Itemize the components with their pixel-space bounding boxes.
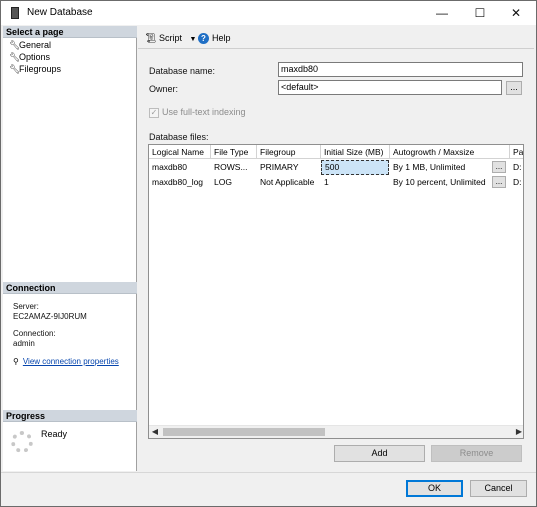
wrench-icon: 🔧︎	[9, 40, 21, 50]
script-label: Script	[158, 33, 182, 43]
cell-logical-name[interactable]: maxdb80_log	[149, 175, 211, 190]
owner-label: Owner:	[149, 84, 179, 94]
col-initial-size[interactable]: Initial Size (MB)	[321, 145, 390, 159]
table-row[interactable]: maxdb80 ROWS... PRIMARY 500 By 1 MB, Unl…	[149, 160, 523, 175]
cell-autogrowth[interactable]: By 1 MB, Unlimited	[390, 160, 490, 175]
db-name-label: Database name:	[149, 66, 216, 76]
progress-spinner-icon	[11, 431, 33, 453]
select-page-header: Select a page	[3, 26, 137, 38]
left-pane: Select a page 🔧︎General 🔧︎Options 🔧︎File…	[3, 26, 137, 471]
help-button[interactable]: ? Help	[198, 32, 231, 44]
col-autogrowth[interactable]: Autogrowth / Maxsize	[390, 145, 510, 159]
page-general[interactable]: 🔧︎General	[9, 39, 51, 51]
view-connection-properties[interactable]: ⚲ View connection properties	[13, 357, 119, 366]
wrench-icon: 🔧︎	[9, 52, 21, 62]
page-filegroups-label: Filegroups	[19, 64, 62, 74]
cell-initial-size[interactable]: 500	[321, 160, 389, 175]
grid-header: Logical Name File Type Filegroup Initial…	[149, 145, 523, 159]
ok-button[interactable]: OK	[406, 480, 463, 497]
minimize-button[interactable]: —	[424, 1, 460, 25]
fulltext-label: Use full-text indexing	[162, 107, 246, 117]
page-filegroups[interactable]: 🔧︎Filegroups	[9, 63, 61, 75]
page-general-label: General	[19, 40, 52, 50]
title-bar: New Database — ☐ ✕	[1, 1, 536, 25]
owner-input[interactable]: <default>	[278, 80, 502, 95]
main-panel: Database name: maxdb80 Owner: <default> …	[138, 51, 534, 471]
db-name-input[interactable]: maxdb80	[278, 62, 523, 77]
progress-status: Ready	[41, 429, 68, 439]
maximize-button[interactable]: ☐	[462, 1, 498, 25]
add-button[interactable]: Add	[334, 445, 425, 462]
view-connection-properties-link[interactable]: View connection properties	[23, 357, 119, 366]
toolbar: 📜︎ Script ▼ ? Help	[138, 26, 534, 49]
script-button[interactable]: 📜︎ Script ▼	[145, 32, 196, 44]
db-files-label: Database files:	[149, 132, 209, 142]
connection-properties-icon: ⚲	[13, 357, 19, 366]
col-logical-name[interactable]: Logical Name	[149, 145, 211, 159]
scroll-left-icon[interactable]: ◀	[149, 426, 161, 438]
horizontal-scrollbar[interactable]: ◀ ▶	[149, 425, 523, 438]
cell-autogrowth[interactable]: By 10 percent, Unlimited	[390, 175, 490, 190]
connection-value: admin	[13, 339, 35, 348]
scroll-right-icon[interactable]: ▶	[513, 426, 523, 438]
col-filegroup[interactable]: Filegroup	[257, 145, 321, 159]
owner-browse-button[interactable]: ...	[506, 81, 522, 95]
wrench-icon: 🔧︎	[9, 64, 21, 74]
table-row[interactable]: maxdb80_log LOG Not Applicable 1 By 10 p…	[149, 175, 523, 190]
connection-label: Connection:	[13, 329, 56, 338]
server-value: EC2AMAZ-9IJ0RUM	[13, 312, 87, 321]
cell-initial-size[interactable]: 1	[321, 175, 389, 190]
cell-logical-name[interactable]: maxdb80	[149, 160, 211, 175]
connection-header: Connection	[3, 282, 137, 294]
page-options[interactable]: 🔧︎Options	[9, 51, 50, 63]
cancel-button[interactable]: Cancel	[470, 480, 527, 497]
cell-path[interactable]: D:	[510, 175, 523, 190]
autogrowth-browse-button[interactable]: ...	[492, 161, 506, 173]
help-label: Help	[212, 33, 231, 43]
script-icon: 📜︎	[145, 33, 157, 43]
dialog-footer: OK Cancel	[1, 472, 536, 506]
database-files-grid: Logical Name File Type Filegroup Initial…	[148, 144, 524, 439]
help-icon: ?	[198, 33, 209, 44]
cell-file-type[interactable]: LOG	[211, 175, 257, 190]
server-label: Server:	[13, 302, 39, 311]
cell-filegroup[interactable]: PRIMARY	[257, 160, 321, 175]
col-file-type[interactable]: File Type	[211, 145, 257, 159]
chevron-down-icon: ▼	[189, 36, 197, 43]
cell-file-type[interactable]: ROWS...	[211, 160, 257, 175]
cell-filegroup[interactable]: Not Applicable	[257, 175, 321, 190]
new-database-dialog: New Database — ☐ ✕ Select a page 🔧︎Gener…	[0, 0, 537, 507]
app-icon	[11, 7, 19, 19]
remove-button[interactable]: Remove	[431, 445, 522, 462]
close-button[interactable]: ✕	[498, 1, 534, 25]
progress-header: Progress	[3, 410, 137, 422]
cell-path[interactable]: D:	[510, 160, 523, 175]
fulltext-checkbox[interactable]: ✓	[149, 108, 159, 118]
col-path[interactable]: Pa	[510, 145, 523, 159]
window-title: New Database	[27, 7, 93, 18]
scroll-thumb[interactable]	[163, 428, 325, 436]
autogrowth-browse-button[interactable]: ...	[492, 176, 506, 188]
page-options-label: Options	[19, 52, 51, 62]
